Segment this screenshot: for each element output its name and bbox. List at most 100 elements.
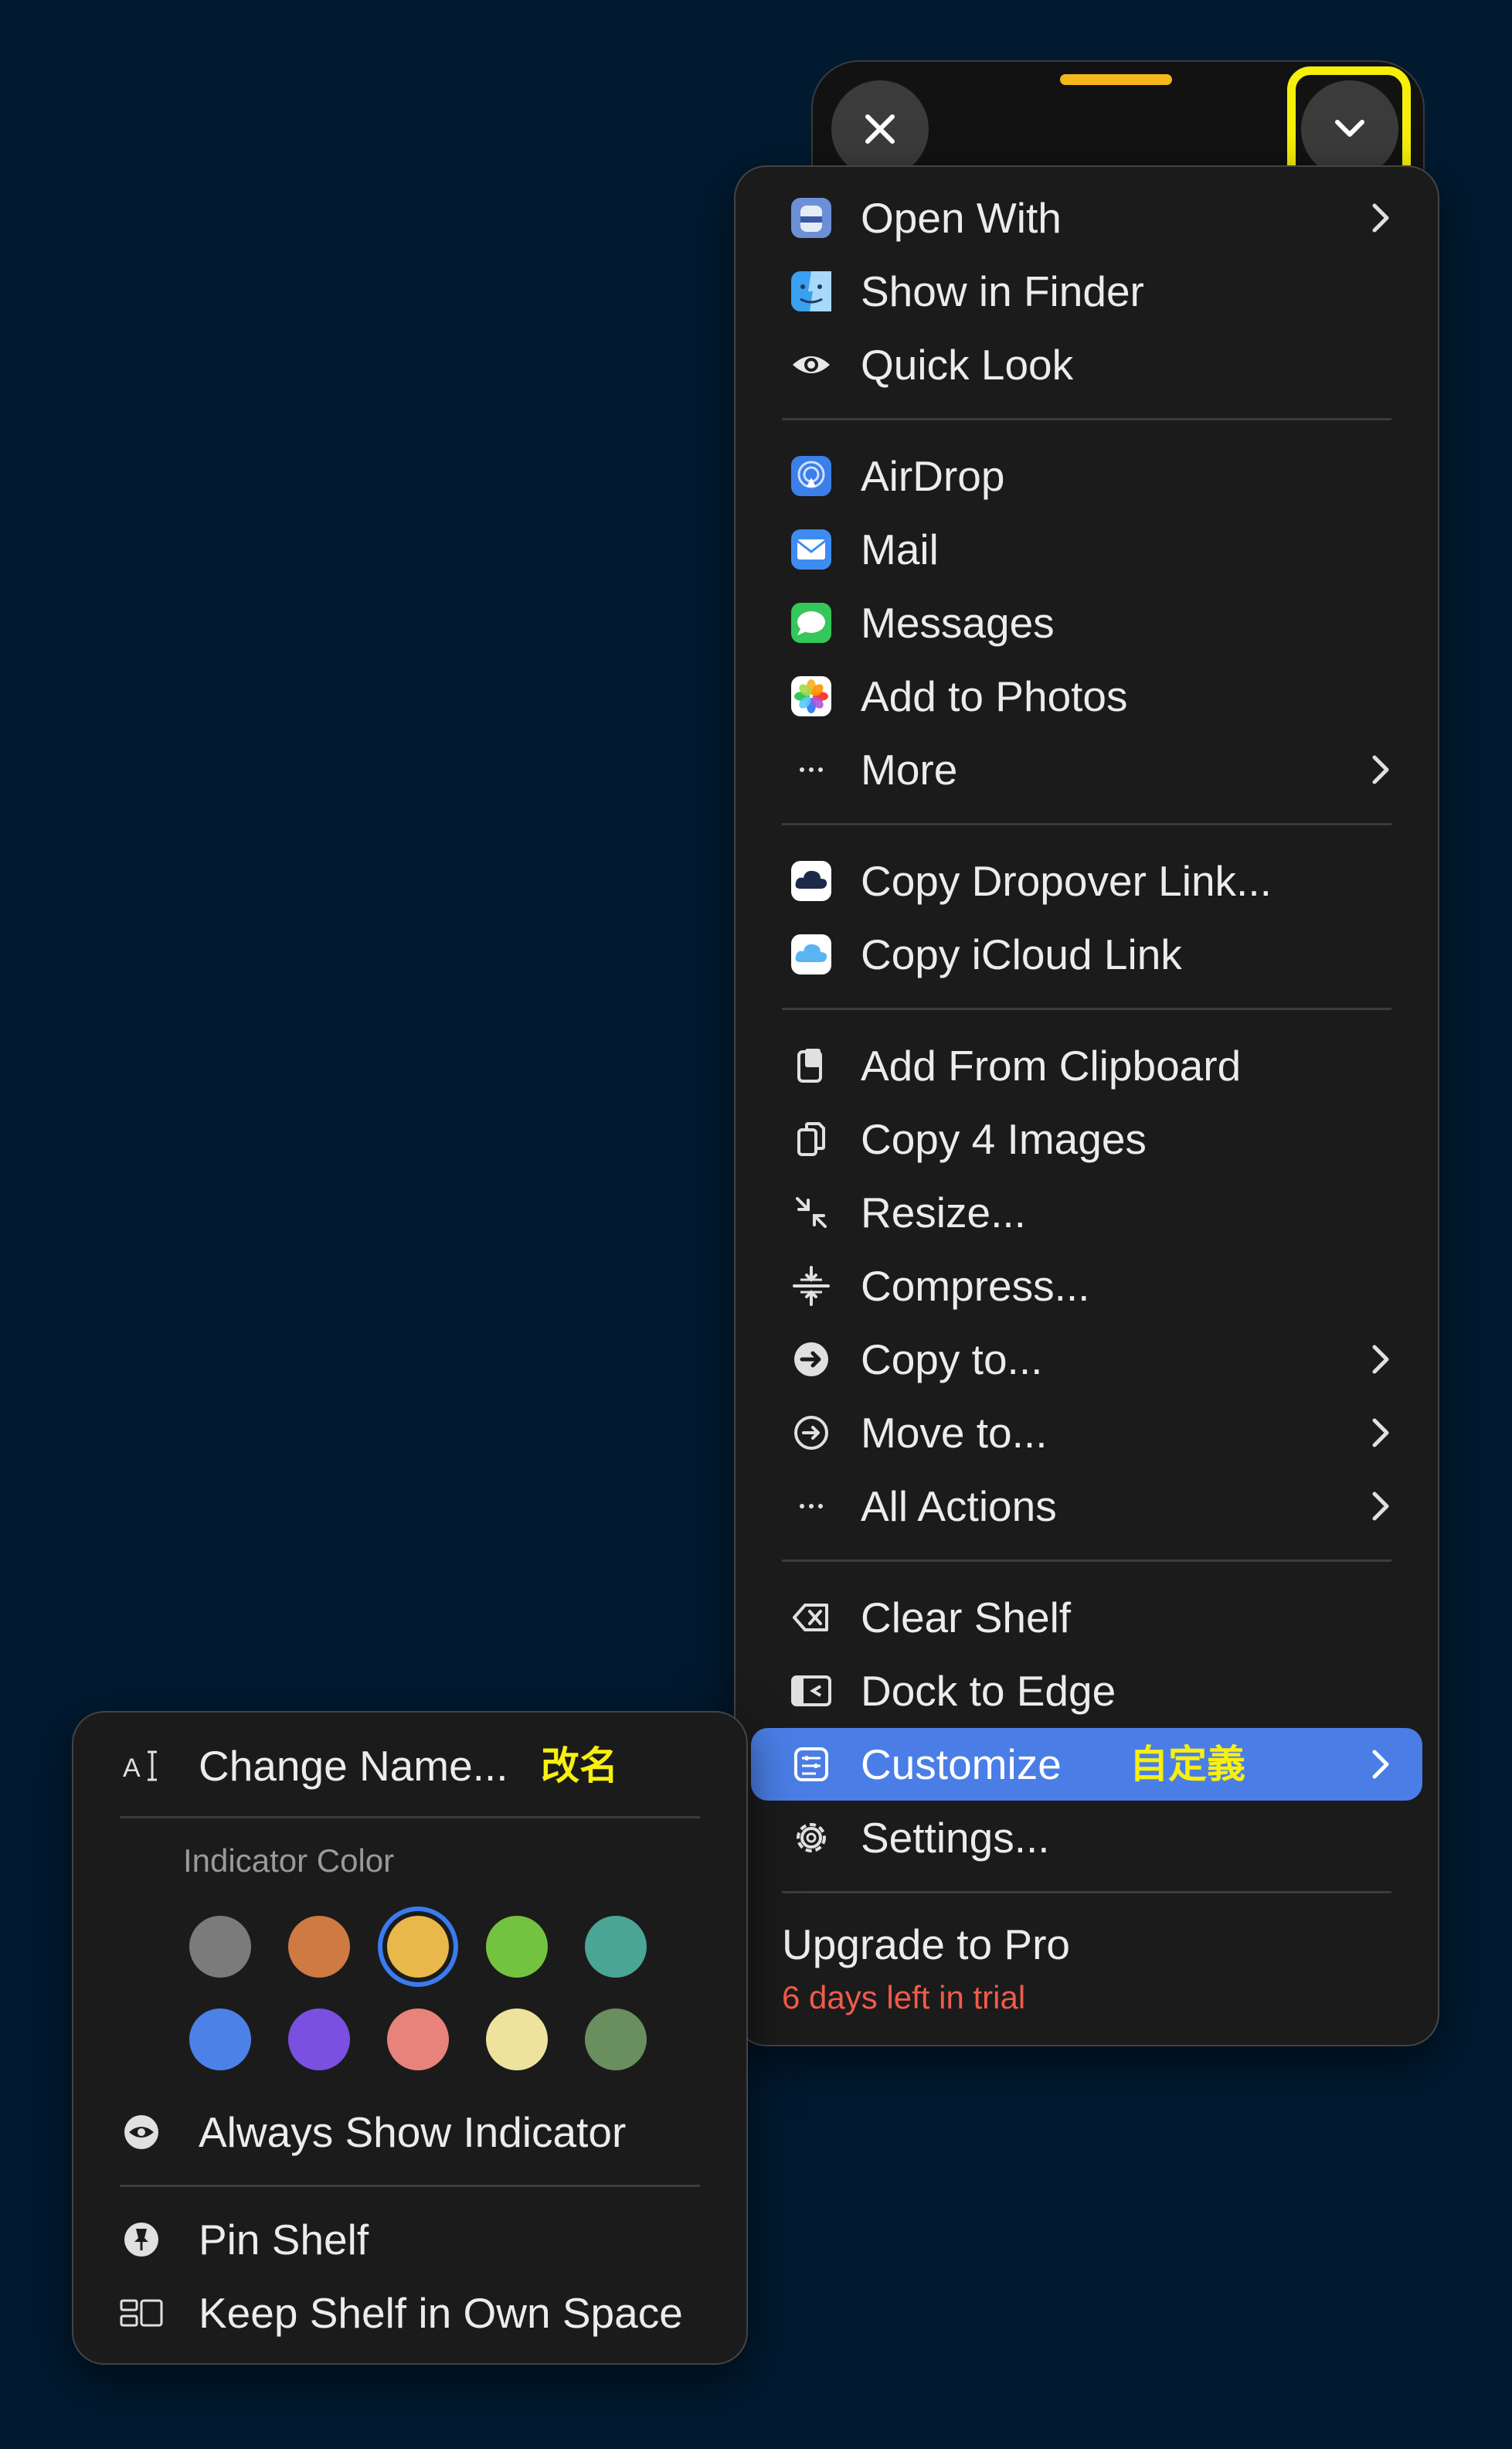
menu-item-copy-dropover-link[interactable]: Copy Dropover Link...	[736, 845, 1438, 917]
menu-item-label: Change Name...	[199, 1742, 508, 1790]
menu-item-label: Keep Shelf in Own Space	[199, 2289, 683, 2337]
shelf-actions-menu: Open With Show in Finder Quick Look AirD…	[734, 165, 1439, 2046]
menu-item-copy-images[interactable]: Copy 4 Images	[736, 1103, 1438, 1175]
color-swatch-yellow[interactable]	[387, 1916, 449, 1978]
menu-item-airdrop[interactable]: AirDrop	[736, 440, 1438, 512]
resize-arrows-icon	[790, 1191, 833, 1234]
menu-item-label: Compress...	[861, 1262, 1090, 1310]
menu-separator	[782, 823, 1391, 825]
menu-item-copy-icloud-link[interactable]: Copy iCloud Link	[736, 918, 1438, 991]
customize-sliders-icon	[790, 1743, 833, 1786]
ellipsis-icon	[790, 748, 833, 791]
menu-item-open-with[interactable]: Open With	[736, 182, 1438, 254]
menu-item-customize[interactable]: Customize 自定義	[736, 1728, 1438, 1801]
menu-item-label: Open With	[861, 194, 1062, 242]
clipboard-icon	[790, 1044, 833, 1087]
color-swatch-blue[interactable]	[189, 2009, 251, 2070]
menu-item-clear-shelf[interactable]: Clear Shelf	[736, 1581, 1438, 1654]
chevron-right-icon	[1372, 1492, 1389, 1521]
color-swatch-green[interactable]	[486, 1916, 548, 1978]
color-swatch-purple[interactable]	[288, 2009, 350, 2070]
menu-item-resize[interactable]: Resize...	[736, 1176, 1438, 1249]
menu-item-label: Copy to...	[861, 1335, 1043, 1383]
upgrade-to-pro[interactable]: Upgrade to Pro	[782, 1920, 1070, 1969]
compress-icon	[790, 1264, 833, 1308]
menu-item-label: More	[861, 746, 958, 794]
menu-item-label: Copy iCloud Link	[861, 930, 1182, 978]
menu-item-label: Add to Photos	[861, 672, 1128, 720]
open-with-app-icon	[790, 196, 833, 240]
finder-icon	[790, 270, 833, 313]
color-swatch-gray[interactable]	[189, 1916, 251, 1978]
menu-item-dock-to-edge[interactable]: Dock to Edge	[736, 1655, 1438, 1727]
menu-item-label: Settings...	[861, 1814, 1050, 1862]
menu-item-settings[interactable]: Settings...	[736, 1801, 1438, 1874]
menu-item-change-name[interactable]: A Change Name... 改名	[73, 1730, 746, 1802]
menu-item-label: Quick Look	[861, 341, 1074, 389]
arrow-circle-fill-icon	[790, 1338, 833, 1381]
menu-item-label: Pin Shelf	[199, 2216, 369, 2264]
chevron-right-icon	[1372, 1750, 1389, 1779]
menu-item-label: All Actions	[861, 1482, 1057, 1530]
photos-icon	[790, 675, 833, 718]
color-swatch-sage[interactable]	[585, 2009, 647, 2070]
close-button[interactable]	[831, 80, 929, 178]
arrow-circle-icon	[790, 1411, 833, 1454]
menu-item-move-to[interactable]: Move to...	[736, 1396, 1438, 1469]
color-swatch-teal[interactable]	[585, 1916, 647, 1978]
airdrop-icon	[790, 454, 833, 498]
ellipsis-icon	[790, 1485, 833, 1528]
menu-item-add-from-clipboard[interactable]: Add From Clipboard	[736, 1029, 1438, 1102]
chevron-right-icon	[1372, 755, 1389, 784]
menu-item-label: Copy Dropover Link...	[861, 857, 1272, 905]
menu-item-label: Always Show Indicator	[199, 2108, 627, 2156]
menu-item-show-in-finder[interactable]: Show in Finder	[736, 255, 1438, 328]
customize-annotation: 自定義	[1130, 1742, 1245, 1787]
indicator-color-label: Indicator Color	[183, 1842, 395, 1879]
menu-item-label: Copy 4 Images	[861, 1115, 1147, 1163]
menu-item-label: Dock to Edge	[861, 1667, 1116, 1715]
copy-documents-icon	[790, 1117, 833, 1161]
menu-item-messages[interactable]: Messages	[736, 587, 1438, 659]
svg-text:A: A	[123, 1753, 141, 1783]
chevron-right-icon	[1372, 203, 1389, 233]
menu-item-compress[interactable]: Compress...	[736, 1250, 1438, 1322]
icloud-icon	[790, 933, 833, 976]
menu-item-all-actions[interactable]: All Actions	[736, 1470, 1438, 1543]
chevron-right-icon	[1372, 1345, 1389, 1374]
menu-item-add-to-photos[interactable]: Add to Photos	[736, 660, 1438, 733]
customize-submenu: A Change Name... 改名 Indicator Color Alwa…	[72, 1711, 748, 2365]
color-swatch-orange[interactable]	[288, 1916, 350, 1978]
shelf-drag-handle[interactable]	[1060, 74, 1172, 85]
menu-item-copy-to[interactable]: Copy to...	[736, 1323, 1438, 1396]
menu-item-label: Messages	[861, 599, 1055, 647]
eye-circle-icon	[120, 2111, 163, 2154]
menu-item-label: Move to...	[861, 1409, 1048, 1457]
menu-item-label: Resize...	[861, 1189, 1026, 1236]
chevron-right-icon	[1372, 1418, 1389, 1447]
menu-item-mail[interactable]: Mail	[736, 513, 1438, 586]
color-swatch-cream[interactable]	[486, 2009, 548, 2070]
menu-item-more[interactable]: More	[736, 733, 1438, 806]
menu-item-keep-shelf-in-own-space[interactable]: Keep Shelf in Own Space	[73, 2277, 746, 2349]
menu-item-label: AirDrop	[861, 452, 1005, 500]
menu-item-label: Clear Shelf	[861, 1594, 1072, 1641]
menu-separator	[120, 1816, 700, 1818]
menu-item-label: Customize	[861, 1740, 1062, 1788]
menu-item-quick-look[interactable]: Quick Look	[736, 328, 1438, 401]
dropover-cloud-icon	[790, 859, 833, 903]
mail-icon	[790, 528, 833, 571]
text-cursor-icon: A	[120, 1744, 163, 1787]
close-icon	[865, 114, 895, 144]
delete-left-icon	[790, 1596, 833, 1639]
menu-separator	[782, 1008, 1391, 1010]
menu-item-always-show-indicator[interactable]: Always Show Indicator	[73, 2096, 746, 2168]
color-swatch-pink[interactable]	[387, 2009, 449, 2070]
eye-icon	[790, 343, 833, 386]
menu-item-pin-shelf[interactable]: Pin Shelf	[73, 2203, 746, 2276]
menu-item-label: Add From Clipboard	[861, 1042, 1242, 1090]
dock-to-edge-icon	[790, 1669, 833, 1713]
menu-separator	[120, 2185, 700, 2187]
messages-icon	[790, 601, 833, 645]
change-name-annotation: 改名	[541, 1743, 618, 1788]
